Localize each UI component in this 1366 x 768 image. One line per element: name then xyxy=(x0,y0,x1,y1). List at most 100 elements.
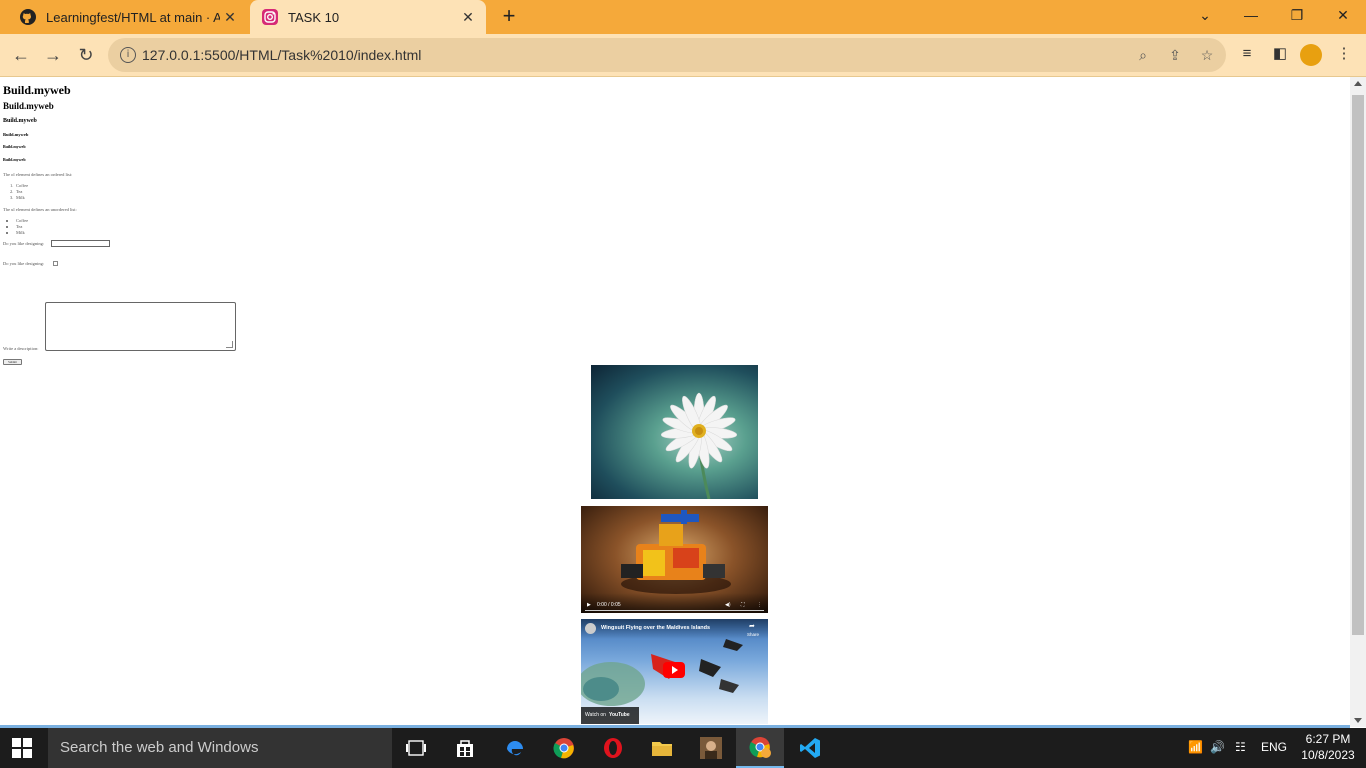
chrome-profile-icon[interactable] xyxy=(736,728,784,768)
channel-avatar[interactable] xyxy=(585,623,596,634)
checkbox-label: Do you like designing: xyxy=(3,261,45,266)
browser-toolbar: ← → ↻ i 127.0.0.1:5500/HTML/Task%2010/in… xyxy=(0,34,1366,77)
web-page: Build.myweb Build.myweb Build.myweb Buil… xyxy=(0,77,1350,727)
description-textarea[interactable] xyxy=(45,302,236,351)
play-icon[interactable]: ▶ xyxy=(587,602,591,608)
close-window-button[interactable]: ✕ xyxy=(1320,0,1366,30)
close-tab-icon[interactable]: ✕ xyxy=(458,9,478,26)
bullet-icon xyxy=(6,220,8,222)
list-number: 2. xyxy=(10,189,14,194)
text-input[interactable] xyxy=(51,240,110,247)
list-item: Milk xyxy=(16,230,25,235)
instagram-icon xyxy=(262,9,278,25)
video-player[interactable]: ▶ 0:00 / 0:05 ◀) ⛶ ⋮ xyxy=(581,506,768,613)
store-icon[interactable] xyxy=(441,728,489,768)
progress-bar[interactable] xyxy=(585,610,764,611)
fullscreen-icon[interactable]: ⛶ xyxy=(741,602,745,608)
youtube-play-icon[interactable] xyxy=(663,662,685,678)
tab-title: Learningfest/HTML at main · Any xyxy=(46,9,220,25)
tab-task10[interactable]: TASK 10 ✕ xyxy=(250,0,486,34)
heading-1: Build.myweb xyxy=(3,83,71,97)
watch-on-youtube-button[interactable]: Watch on YouTube xyxy=(581,707,639,724)
windows-start-icon[interactable] xyxy=(12,738,32,758)
more-icon[interactable]: ⋮ xyxy=(757,602,762,608)
daisy-image xyxy=(591,365,758,499)
vscode-icon[interactable] xyxy=(786,728,834,768)
textarea-label: Write a description: xyxy=(3,346,39,351)
edge-icon[interactable] xyxy=(491,728,539,768)
heading-2: Build.myweb xyxy=(3,101,54,111)
url-text: 127.0.0.1:5500/HTML/Task%2010/index.html xyxy=(142,47,422,63)
notification-icon[interactable]: ☷ xyxy=(1235,740,1246,754)
close-tab-icon[interactable]: ✕ xyxy=(220,9,240,26)
text-input-label: Do you like designing: xyxy=(3,241,45,246)
bullet-icon xyxy=(6,232,8,234)
volume-icon[interactable]: 🔊 xyxy=(1210,740,1225,754)
new-tab-button[interactable]: + xyxy=(498,5,520,28)
resize-grip-icon[interactable] xyxy=(226,341,233,348)
photo-app-icon[interactable] xyxy=(687,728,735,768)
watch-on-label: Watch on xyxy=(585,712,606,718)
minimize-button[interactable]: — xyxy=(1228,0,1274,30)
side-panel-icon[interactable]: ◧ xyxy=(1270,44,1290,64)
bookmark-star-icon[interactable]: ☆ xyxy=(1198,46,1216,64)
list-number: 3. xyxy=(10,195,14,200)
youtube-video-title[interactable]: Wingsuit Flying over the Maldives Island… xyxy=(601,625,710,631)
share-icon[interactable]: ➦ xyxy=(749,622,755,630)
list-item: Milk xyxy=(16,195,25,200)
vertical-scrollbar[interactable] xyxy=(1350,77,1366,727)
list-number: 1. xyxy=(10,183,14,188)
unordered-list-intro: The ul element defines an unordered list… xyxy=(3,207,77,212)
heading-3: Build.myweb xyxy=(3,118,37,124)
scroll-down-icon[interactable] xyxy=(1354,718,1362,723)
list-item: Coffee xyxy=(16,183,29,188)
youtube-logo: YouTube xyxy=(609,712,630,718)
opera-icon[interactable] xyxy=(589,728,637,768)
taskbar-search-box[interactable]: Search the web and Windows xyxy=(48,728,392,768)
video-time: 0:00 / 0:05 xyxy=(597,602,621,608)
network-icon[interactable]: 📶 xyxy=(1188,740,1203,754)
submit-button[interactable]: Submit xyxy=(3,359,22,365)
tab-title: TASK 10 xyxy=(288,9,340,25)
share-label: Share xyxy=(747,632,760,637)
list-item: Tea xyxy=(16,189,23,194)
language-indicator[interactable]: ENG xyxy=(1261,740,1287,754)
clock-time: 6:27 PM xyxy=(1305,732,1351,746)
address-bar[interactable]: i 127.0.0.1:5500/HTML/Task%2010/index.ht… xyxy=(108,38,1226,72)
heading-6: Build.myweb xyxy=(3,157,26,162)
file-explorer-icon[interactable] xyxy=(638,728,686,768)
tab-strip: Learningfest/HTML at main · Any ✕ TASK 1… xyxy=(0,0,1366,34)
restore-button[interactable]: ❐ xyxy=(1274,0,1320,30)
list-item: Coffee xyxy=(16,218,29,223)
taskbar-clock[interactable]: 6:27 PM 10/8/2023 xyxy=(1298,731,1358,763)
video-controls: ▶ 0:00 / 0:05 ◀) ⛶ ⋮ xyxy=(581,593,768,613)
back-icon[interactable]: ← xyxy=(10,44,32,66)
task-view-icon[interactable] xyxy=(392,728,440,768)
menu-icon[interactable]: ⋮ xyxy=(1334,44,1354,64)
tab-search-icon[interactable]: ⌄ xyxy=(1182,0,1228,30)
daisy-illustration xyxy=(660,392,738,499)
forward-icon[interactable]: → xyxy=(42,44,64,66)
scroll-up-icon[interactable] xyxy=(1354,81,1362,86)
search-placeholder: Search the web and Windows xyxy=(60,739,259,756)
tab-github[interactable]: Learningfest/HTML at main · Any ✕ xyxy=(8,0,248,34)
zoom-icon[interactable]: ⌕ xyxy=(1134,46,1152,64)
heading-5: Build.myweb xyxy=(3,144,26,149)
share-icon[interactable]: ⇪ xyxy=(1166,46,1184,64)
media-icon[interactable]: ≡ xyxy=(1237,44,1257,64)
bullet-icon xyxy=(6,226,8,228)
site-info-icon[interactable]: i xyxy=(120,47,136,63)
heading-4: Build.myweb xyxy=(3,132,29,137)
ordered-list-intro: The ol element defines an ordered list: xyxy=(3,172,73,177)
designing-checkbox[interactable] xyxy=(53,261,58,266)
profile-avatar[interactable] xyxy=(1300,44,1322,66)
github-icon xyxy=(20,9,36,25)
volume-icon[interactable]: ◀) xyxy=(725,602,731,608)
scroll-thumb[interactable] xyxy=(1352,95,1364,635)
windows-taskbar: Search the web and Windows 📶 🔊 ☷ ENG 6:2… xyxy=(0,728,1366,768)
reload-icon[interactable]: ↻ xyxy=(75,44,97,66)
chrome-icon[interactable] xyxy=(540,728,588,768)
list-item: Tea xyxy=(16,224,23,229)
clock-date: 10/8/2023 xyxy=(1301,748,1355,762)
youtube-embed[interactable]: Wingsuit Flying over the Maldives Island… xyxy=(581,619,768,724)
